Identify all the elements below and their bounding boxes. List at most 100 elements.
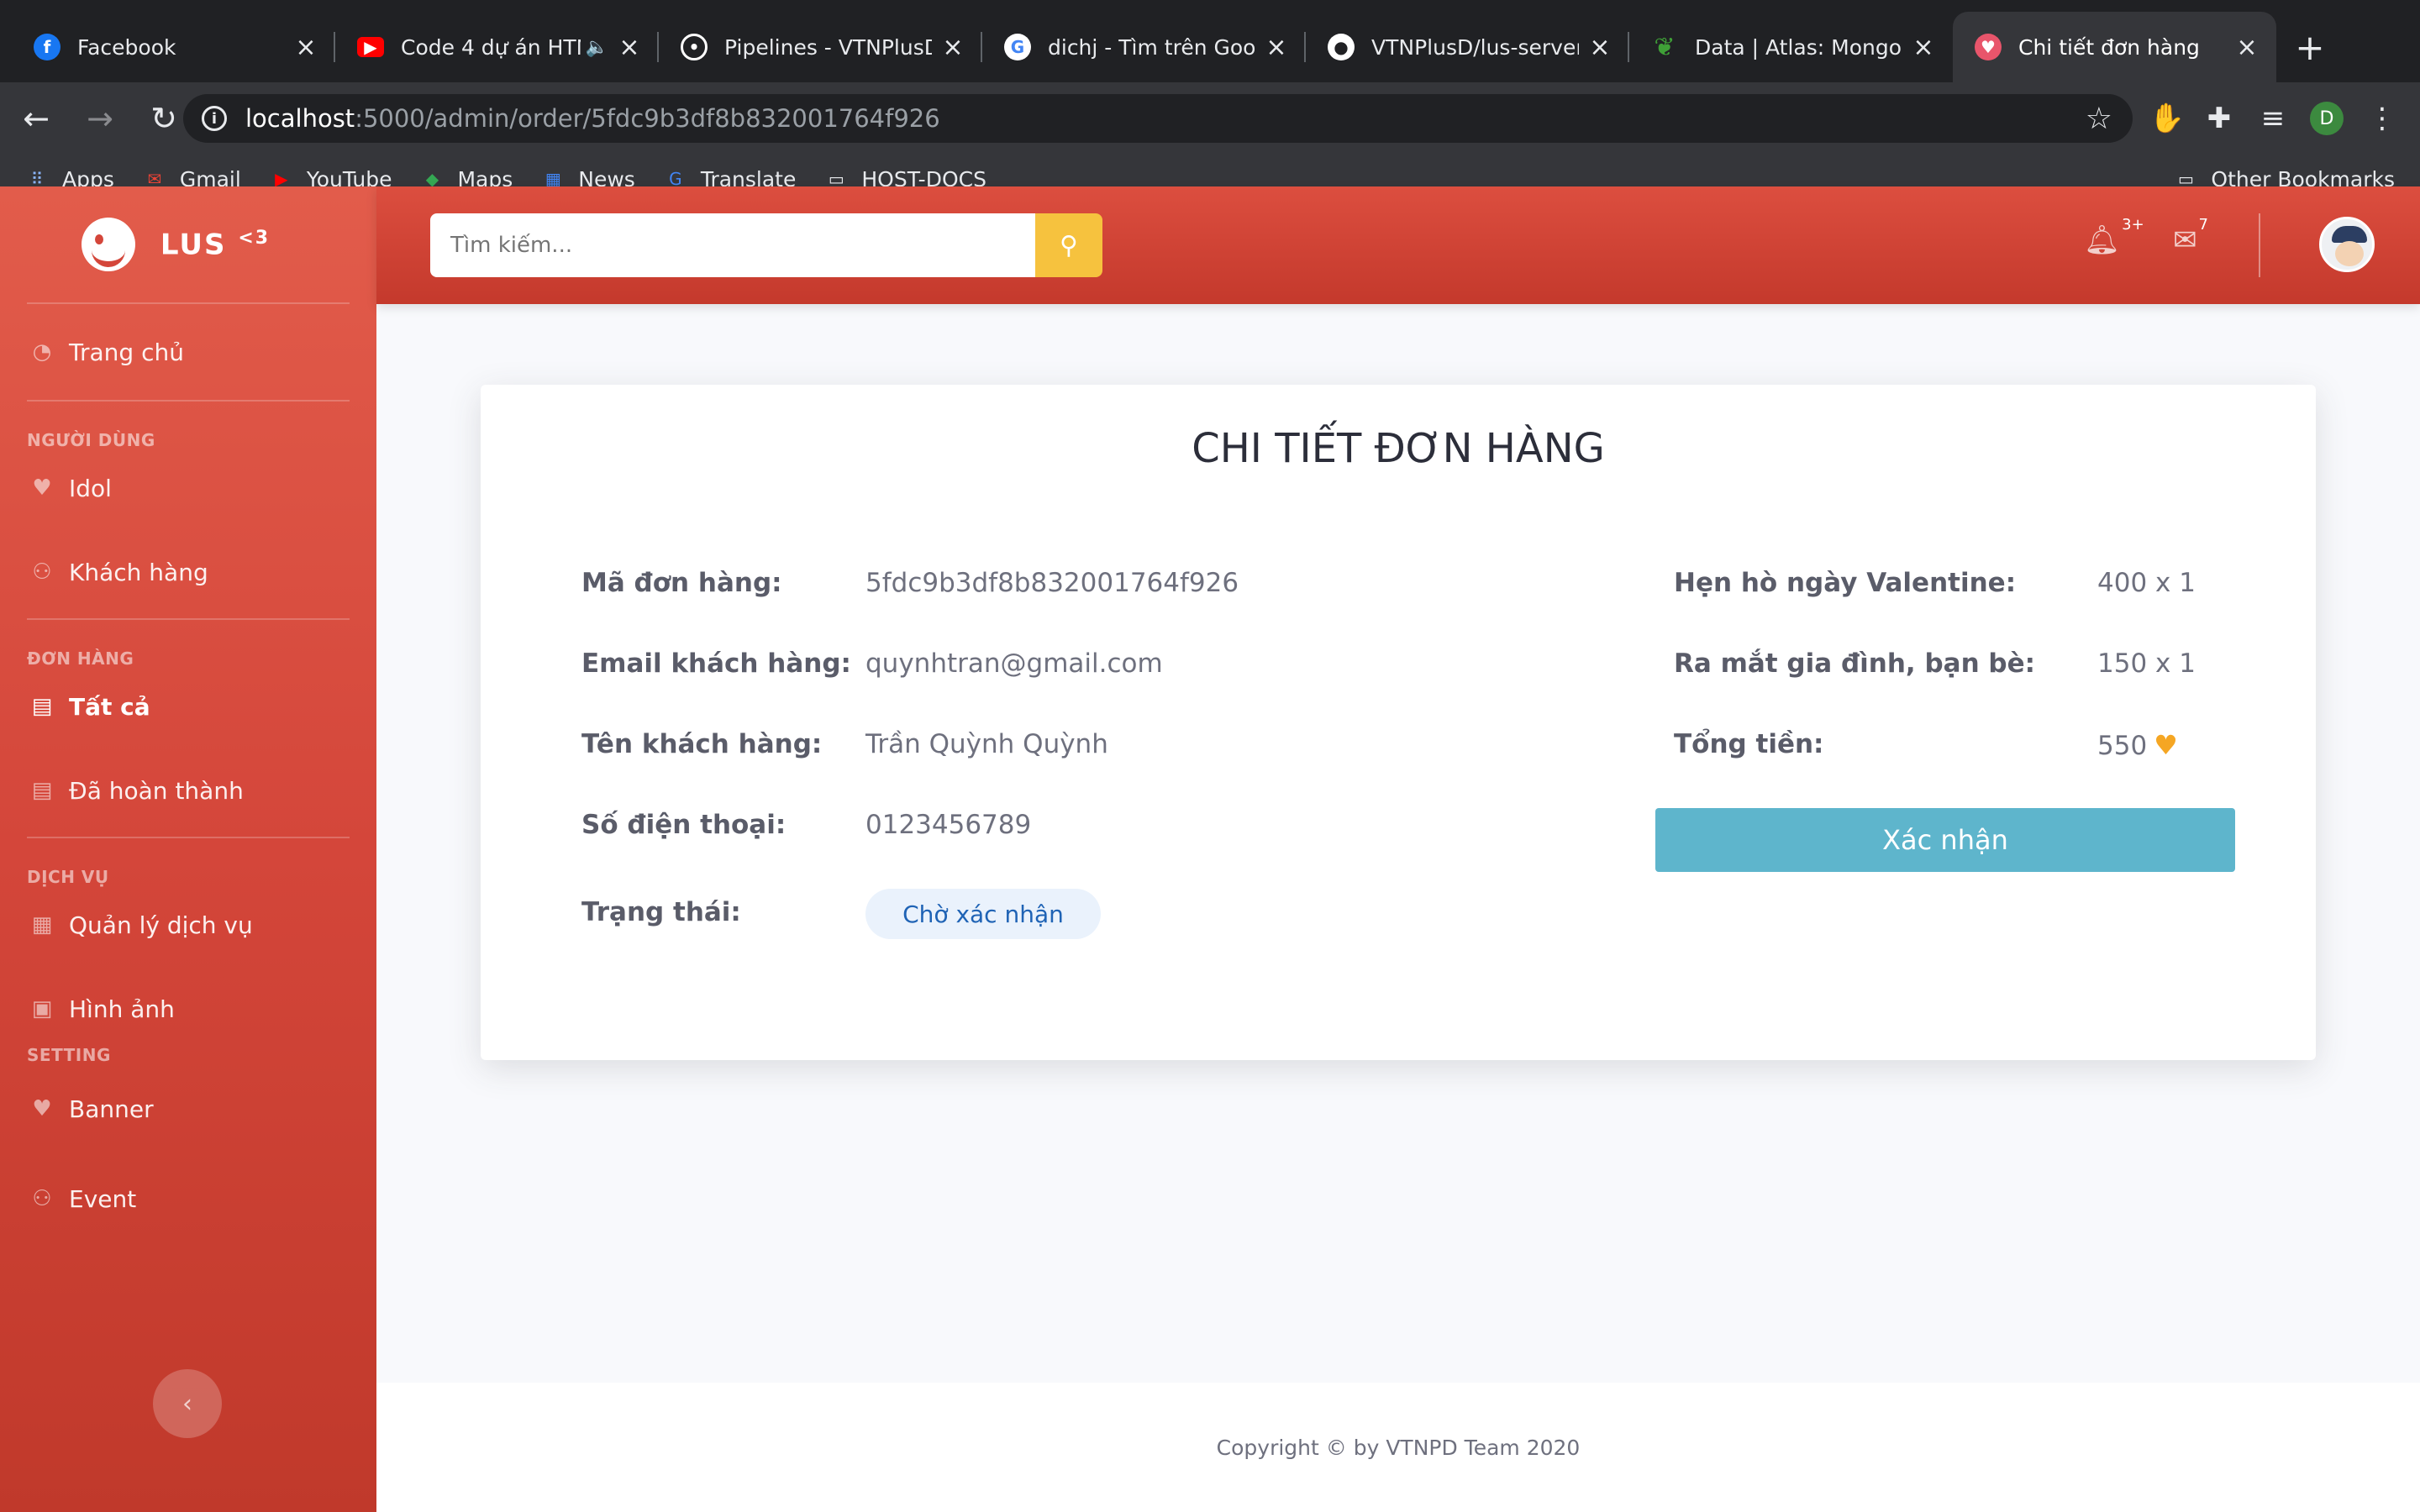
tab-pipelines[interactable]: • Pipelines - VTNPlusD/ × [659,12,982,82]
heart-icon: ♥ [1975,34,2002,60]
forward-arrow-icon[interactable]: → [72,91,128,146]
tab-close-icon[interactable]: × [1587,33,1612,62]
tab-close-icon[interactable]: × [1911,33,1936,62]
order-detail-card: CHI TIẾT ĐƠN HÀNG Mã đơn hàng: 5fdc9b3df… [481,385,2316,1060]
search-form: ⚲ [430,213,1102,277]
chevron-left-icon: ‹ [182,1389,192,1419]
sidebar-item-event[interactable]: ⚇ Event [0,1152,376,1245]
tab-close-icon[interactable]: × [293,33,318,62]
sidebar-divider [27,618,350,620]
wink-face-icon [81,218,135,271]
dashboard-gauge-icon: ◔ [32,339,52,365]
tab-order-detail[interactable]: ♥ Chi tiết đơn hàng × [1953,12,2276,82]
tab-close-icon[interactable]: × [1264,33,1289,62]
copyright-text: Copyright © by VTNPD Team 2020 [1216,1435,1581,1460]
sidebar: LUS <3 ◔ Trang chủ NGƯỜI DÙNG ♥ Idol ⚇ K… [0,186,376,1512]
users-icon: ⚇ [32,559,52,585]
profile-avatar[interactable]: D [2302,94,2351,143]
order-id-label: Mã đơn hàng: [581,568,782,598]
tab-google-search[interactable]: G dichj - Tìm trên Google × [982,12,1306,82]
tab-mongodb[interactable]: ❦ Data | Atlas: MongoDB × [1629,12,1953,82]
tab-close-icon[interactable]: × [2234,33,2260,62]
service-item-value: 150 x 1 [2097,648,2196,679]
customer-email-label: Email khách hàng: [581,648,851,679]
customer-name-value: Trần Quỳnh Quỳnh [865,729,1108,759]
sidebar-item-images[interactable]: ▣ Hình ảnh [0,963,376,1055]
phone-label: Số điện thoại: [581,810,786,840]
bookmark-star-icon[interactable]: ☆ [2086,102,2112,136]
sidebar-item-customers[interactable]: ⚇ Khách hàng [0,526,376,618]
pipelines-icon: • [681,34,708,60]
sidebar-item-banner[interactable]: ♥ Banner [0,1065,376,1152]
confirm-button[interactable]: Xác nhận [1655,808,2235,872]
orange-heart-icon: ♥ [2154,729,2178,761]
customer-name-label: Tên khách hàng: [581,729,823,759]
customer-email-value: quynhtran@gmail.com [865,648,1163,679]
brand-logo[interactable]: LUS <3 [0,186,376,302]
total-value: 550 ♥ [2097,729,2178,761]
clipboard-icon: ▤ [31,778,53,803]
alerts-count-badge: 3+ [2122,215,2144,234]
bell-icon: 🔔︎ [2084,223,2121,257]
clipboard-icon: ▤ [31,694,53,719]
sidebar-item-orders-done[interactable]: ▤ Đã hoàn thành [0,744,376,837]
service-item-label: Ra mắt gia đình, bạn bè: [1674,648,2036,679]
tab-close-icon[interactable]: × [617,33,642,62]
browser-menu-icon[interactable]: ⋮ [2358,94,2407,143]
sidebar-divider [27,837,350,838]
site-info-icon[interactable]: i [202,106,227,131]
sidebar-divider [27,400,350,402]
service-item-label: Hẹn hò ngày Valentine: [1674,568,2017,598]
topbar-divider [2259,213,2260,277]
search-button[interactable]: ⚲ [1035,213,1102,277]
order-id-value: 5fdc9b3df8b832001764f926 [865,568,1239,598]
alerts-bell-button[interactable]: 🔔︎ 3+ [2084,216,2144,257]
sidebar-item-orders-all[interactable]: ▤ Tất cả [0,669,376,744]
youtube-icon: ▶ [357,37,384,57]
heartbeat-icon: ♥ [32,1096,52,1121]
sidebar-item-idol[interactable]: ♥ Idol [0,450,376,526]
search-input[interactable] [430,213,1035,277]
speaker-icon[interactable]: 🔈 [586,37,608,58]
topbar: ⚲ 🔔︎3+ ✉7 [376,186,2420,304]
google-icon: G [1004,34,1031,60]
facebook-icon: f [34,34,60,60]
status-label: Trạng thái: [581,897,741,927]
tab-close-icon[interactable]: × [940,33,965,62]
heartbeat-icon: ♥ [32,475,52,501]
table-icon: ▦ [31,912,53,937]
section-heading-orders: ĐƠN HÀNG [27,648,134,669]
browser-toolbar: ← → ↻ i localhost:5000/admin/order/5fdc9… [0,82,2420,203]
user-avatar[interactable] [2319,217,2375,272]
section-heading-setting: SETTING [27,1045,111,1065]
sidebar-item-home[interactable]: ◔ Trang chủ [0,304,376,400]
stop-hand-extension-icon[interactable]: ✋ [2143,94,2191,143]
messages-count-badge: 7 [2198,215,2208,234]
section-heading-users: NGƯỜI DÙNG [27,430,155,450]
sidebar-collapse-button[interactable]: ‹ [153,1369,222,1438]
github-icon: ● [1328,34,1355,60]
total-label: Tổng tiền: [1674,729,1824,759]
tab-facebook[interactable]: f Facebook × [12,12,335,82]
phone-value: 0123456789 [865,810,1032,840]
back-arrow-icon[interactable]: ← [8,91,64,146]
section-heading-services: DỊCH VỤ [27,867,109,887]
sidebar-item-services[interactable]: ▦ Quản lý dịch vụ [0,887,376,963]
extensions-puzzle-icon[interactable]: ✚ [2195,94,2244,143]
search-icon: ⚲ [1060,230,1078,260]
service-item-value: 400 x 1 [2097,568,2196,598]
tab-youtube-code[interactable]: ▶ Code 4 dự án HTM 🔈 × [335,12,659,82]
status-badge: Chờ xác nhận [865,889,1101,939]
envelope-icon: ✉ [2173,223,2197,257]
tab-github[interactable]: ● VTNPlusD/lus-server × [1306,12,1629,82]
footer: Copyright © by VTNPD Team 2020 [376,1383,2420,1512]
media-playlist-icon[interactable]: ≡ [2249,94,2297,143]
mongodb-leaf-icon: ❦ [1654,32,1676,62]
messages-button[interactable]: ✉ 7 [2173,216,2208,257]
address-bar[interactable]: i localhost:5000/admin/order/5fdc9b3df8b… [183,94,2133,143]
users-icon: ⚇ [32,1186,52,1211]
images-icon: ▣ [31,996,53,1021]
browser-tab-bar: f Facebook × ▶ Code 4 dự án HTM 🔈 × • Pi… [0,0,2420,82]
page-title: CHI TIẾT ĐƠN HÀNG [1192,425,1605,472]
new-tab-button[interactable]: + [2285,12,2335,82]
